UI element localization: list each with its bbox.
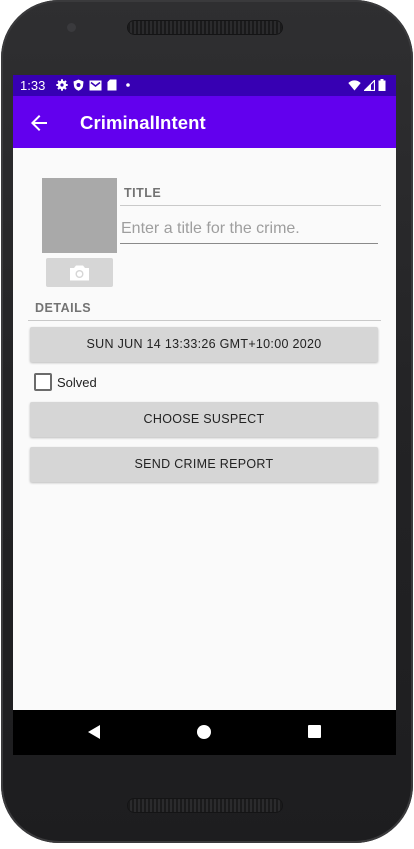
- title-divider: [120, 205, 381, 206]
- back-arrow-icon[interactable]: [27, 111, 51, 135]
- solved-checkbox[interactable]: [34, 373, 52, 391]
- app-title: CriminalIntent: [80, 112, 206, 133]
- status-bar: 1:33: [13, 75, 396, 96]
- bottom-speaker: [128, 799, 282, 812]
- battery-icon: [378, 79, 386, 91]
- top-speaker: [128, 21, 282, 34]
- device-frame: 1:33 CriminalIntent TITLE Enter a title …: [0, 0, 414, 849]
- solved-label: Solved: [57, 375, 97, 390]
- cell-signal-icon: [364, 79, 375, 91]
- system-nav-bar: [13, 710, 396, 755]
- choose-suspect-button[interactable]: CHOOSE SUSPECT: [30, 402, 378, 437]
- gmail-icon: [89, 80, 102, 90]
- dot-icon: [126, 83, 130, 87]
- wifi-icon: [348, 79, 361, 90]
- settings-icon: [56, 79, 68, 91]
- details-divider: [28, 320, 381, 321]
- crime-photo: [42, 178, 117, 253]
- camera-icon: [70, 265, 89, 281]
- nav-home-icon[interactable]: [197, 725, 211, 739]
- send-crime-report-button[interactable]: SEND CRIME REPORT: [30, 447, 378, 482]
- app-bar: CriminalIntent: [13, 96, 396, 148]
- crime-date-button[interactable]: SUN JUN 14 13:33:26 GMT+10:00 2020: [30, 327, 378, 362]
- nav-recents-icon[interactable]: [308, 725, 321, 738]
- sd-card-icon: [107, 79, 117, 91]
- crime-title-input[interactable]: [120, 217, 378, 244]
- phone-body: 1:33 CriminalIntent TITLE Enter a title …: [1, 0, 413, 843]
- shield-icon: [73, 79, 84, 91]
- front-camera: [67, 23, 76, 32]
- screen: 1:33 CriminalIntent TITLE Enter a title …: [13, 75, 396, 755]
- nav-back-icon[interactable]: [87, 724, 101, 740]
- status-system-icons: [348, 79, 386, 91]
- status-time: 1:33: [20, 78, 46, 93]
- details-label: DETAILS: [35, 301, 92, 315]
- status-notification-icons: [56, 79, 134, 91]
- title-label: TITLE: [124, 186, 162, 200]
- camera-button[interactable]: [46, 258, 113, 287]
